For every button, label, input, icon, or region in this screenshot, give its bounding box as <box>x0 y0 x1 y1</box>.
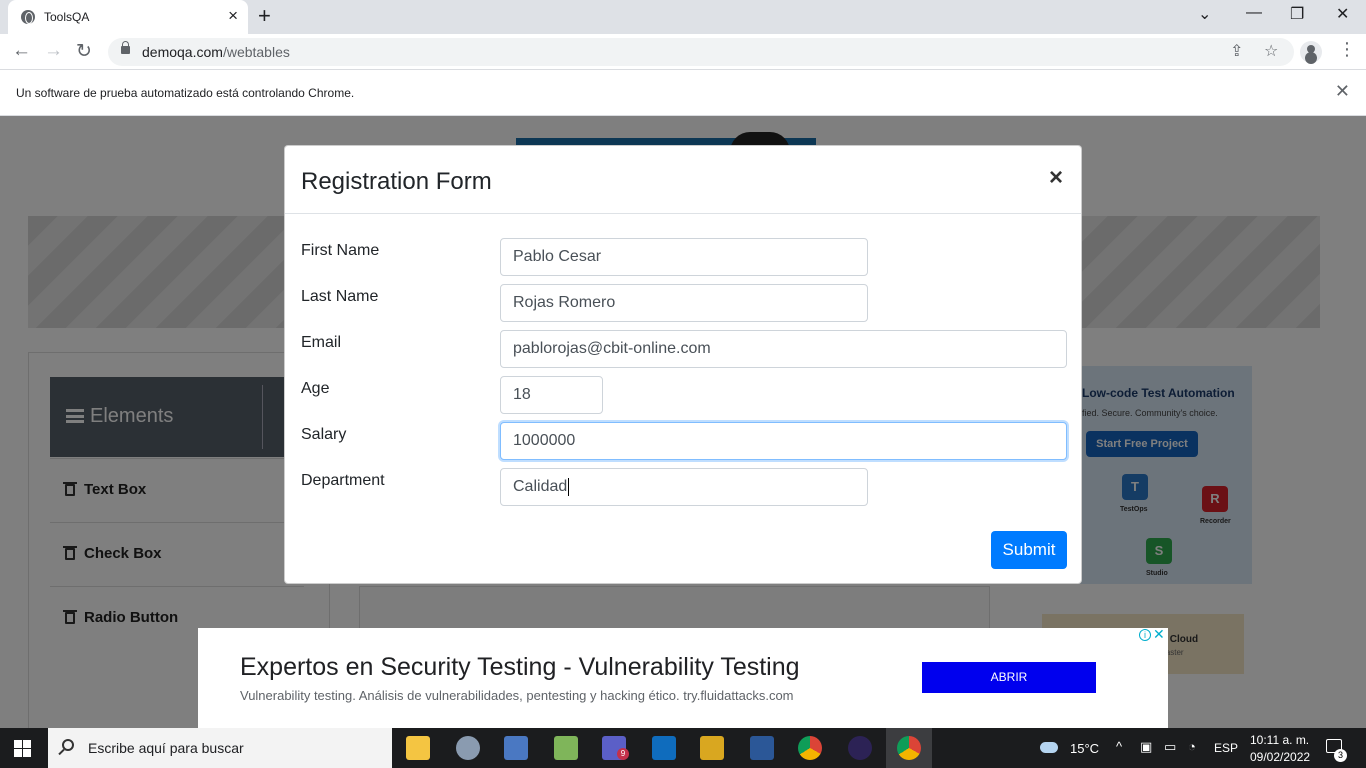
abrir-button[interactable]: ABRIR <box>922 662 1096 693</box>
reload-icon[interactable]: ↻ <box>76 40 92 63</box>
browser-tabstrip: ToolsQA × + ⌄ — ❐ ✕ <box>0 0 1366 34</box>
bookmark-star-icon[interactable]: ☆ <box>1264 41 1278 61</box>
submit-button[interactable]: Submit <box>991 531 1067 569</box>
teams-icon[interactable]: 9 <box>602 736 629 760</box>
clock-date[interactable]: 09/02/2022 <box>1250 750 1310 764</box>
last-name-label: Last Name <box>301 288 379 305</box>
chrome-active-icon[interactable] <box>897 736 921 760</box>
first-name-input[interactable]: Pablo Cesar <box>500 238 868 276</box>
window-close-icon[interactable]: ✕ <box>1336 4 1349 24</box>
battery-icon[interactable]: ▭ <box>1164 739 1176 755</box>
infobar-close-icon[interactable]: ✕ <box>1335 81 1350 102</box>
lock-icon <box>121 41 130 54</box>
minimize-icon[interactable]: — <box>1246 4 1262 22</box>
new-tab-icon[interactable]: + <box>258 3 271 29</box>
language-indicator[interactable]: ESP <box>1214 741 1238 755</box>
remote-desktop-icon[interactable] <box>504 736 528 760</box>
last-name-input[interactable]: Rojas Romero <box>500 284 868 322</box>
snipping-tool-icon[interactable] <box>456 736 480 760</box>
email-label: Email <box>301 334 342 351</box>
department-input[interactable]: Calidad <box>500 468 868 506</box>
tab-close-icon[interactable]: × <box>228 6 238 26</box>
chrome-icon[interactable] <box>798 736 822 760</box>
windows-start-icon[interactable] <box>14 740 32 758</box>
wifi-icon[interactable]: ◔ <box>1188 739 1196 754</box>
share-icon[interactable]: ⇪ <box>1230 41 1243 61</box>
automation-infobar: Un software de prueba automatizado está … <box>0 70 1366 116</box>
file-explorer-icon[interactable] <box>406 736 430 760</box>
registration-form-modal: Registration Form × First Name Pablo Ces… <box>284 145 1082 584</box>
tab-title: ToolsQA <box>44 10 90 24</box>
bottom-ad-headline[interactable]: Expertos en Security Testing - Vulnerabi… <box>240 653 800 682</box>
teams-badge: 9 <box>617 748 629 760</box>
close-icon[interactable]: × <box>1049 164 1063 192</box>
back-icon[interactable]: ← <box>12 40 31 62</box>
text-caret <box>568 477 570 496</box>
tab-search-icon[interactable]: ⌄ <box>1198 4 1211 24</box>
salary-label: Salary <box>301 426 347 443</box>
infobar-text: Un software de prueba automatizado está … <box>16 86 355 100</box>
word-icon[interactable] <box>750 736 774 760</box>
profile-avatar-icon[interactable] <box>1300 41 1322 63</box>
department-value: Calidad <box>513 478 568 495</box>
search-icon <box>62 739 74 751</box>
menu-dots-icon[interactable]: ⋮ <box>1338 39 1356 60</box>
windows-taskbar: Escribe aquí para buscar 9 15°C ^ ▣ ▭ ◔ … <box>0 728 1366 768</box>
taskbar-search-placeholder: Escribe aquí para buscar <box>88 740 244 756</box>
maximize-icon[interactable]: ❐ <box>1290 4 1304 24</box>
taskbar-tray-icon[interactable]: ▣ <box>1140 739 1152 755</box>
eclipse-icon[interactable] <box>848 736 872 760</box>
address-bar[interactable]: demoqa.com/webtables ⇪ ☆ <box>108 38 1294 66</box>
modal-header: Registration Form × <box>285 146 1081 214</box>
url-text: demoqa.com/webtables <box>142 44 290 60</box>
bottom-ad-body: Vulnerability testing. Análisis de vulne… <box>240 688 794 703</box>
media-app-icon[interactable] <box>554 736 578 760</box>
ad-info-icon[interactable]: i <box>1139 629 1151 641</box>
modal-title: Registration Form <box>301 168 492 195</box>
salary-input[interactable]: 1000000 <box>500 422 1067 460</box>
browser-tab[interactable]: ToolsQA × <box>8 0 248 34</box>
clock-time[interactable]: 10:11 a. m. <box>1250 733 1309 747</box>
globe-icon <box>21 10 35 24</box>
chevron-up-icon[interactable]: ^ <box>1116 739 1122 754</box>
taskbar-search-box[interactable]: Escribe aquí para buscar <box>48 728 392 768</box>
first-name-label: First Name <box>301 242 380 259</box>
ad-close-icon[interactable]: ✕ <box>1153 626 1165 643</box>
notification-count: 3 <box>1334 749 1347 762</box>
browser-toolbar: ← → ↻ demoqa.com/webtables ⇪ ☆ ⋮ <box>0 34 1366 70</box>
bottom-ad-banner[interactable]: Expertos en Security Testing - Vulnerabi… <box>198 626 1168 728</box>
temperature[interactable]: 15°C <box>1070 741 1099 756</box>
email-input[interactable]: pablorojas@cbit-online.com <box>500 330 1067 368</box>
weather-cloud-icon[interactable] <box>1040 742 1058 753</box>
age-label: Age <box>301 380 330 397</box>
outlook-icon[interactable] <box>652 736 676 760</box>
age-input[interactable]: 18 <box>500 376 603 414</box>
sticky-app-icon[interactable] <box>700 736 724 760</box>
forward-icon[interactable]: → <box>44 40 63 62</box>
department-label: Department <box>301 472 385 489</box>
